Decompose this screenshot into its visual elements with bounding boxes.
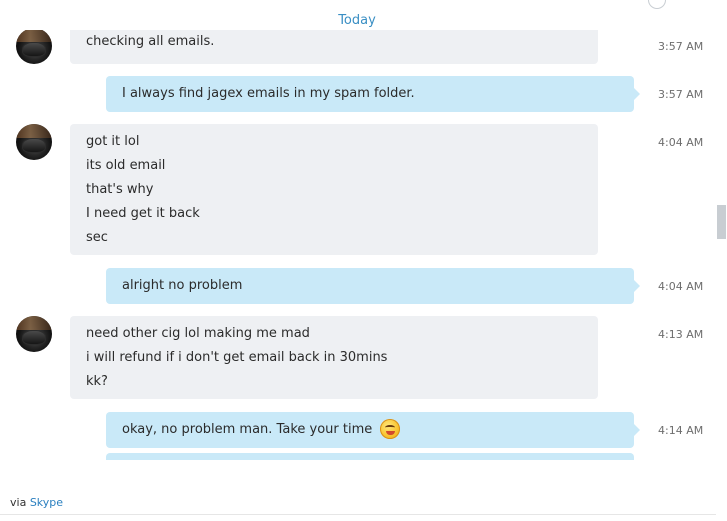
message-timestamp: 3:57 AM — [658, 40, 704, 53]
message-line: kk? — [86, 374, 108, 389]
message-timestamp: 4:04 AM — [658, 280, 704, 293]
avatar[interactable] — [16, 124, 52, 160]
message-timestamp: 4:13 AM — [658, 328, 704, 341]
message-text: okay, no problem man. Take your time — [122, 422, 373, 437]
outgoing-message[interactable]: okay, no problem man. Take your time — [106, 412, 640, 448]
smiling-emoji-icon — [380, 418, 401, 439]
message-timestamp: 3:57 AM — [658, 88, 704, 101]
divider — [0, 514, 716, 515]
skype-link[interactable]: Skype — [30, 496, 63, 509]
outgoing-message-partial[interactable] — [106, 453, 634, 460]
message-line: I need get it back — [86, 206, 200, 221]
message-line: sec — [86, 230, 108, 245]
message-text: I always find jagex emails in my spam fo… — [122, 86, 415, 101]
incoming-message[interactable]: got it lol its old email that's why I ne… — [70, 124, 598, 255]
conversation[interactable]: checking all emails. 3:57 AM I always fi… — [0, 30, 714, 460]
outgoing-message[interactable]: alright no problem — [106, 268, 640, 304]
outgoing-message[interactable]: I always find jagex emails in my spam fo… — [106, 76, 640, 112]
avatar[interactable] — [16, 316, 52, 352]
scrollbar-thumb[interactable] — [717, 205, 726, 239]
message-timestamp: 4:04 AM — [658, 136, 704, 149]
message-line: its old email — [86, 158, 166, 173]
footer: via Skype — [10, 496, 63, 509]
message-line: need other cig lol making me mad — [86, 326, 310, 341]
footer-via-label: via — [10, 496, 27, 509]
message-line: i will refund if i don't get email back … — [86, 350, 388, 365]
incoming-message[interactable]: need other cig lol making me mad i will … — [70, 316, 598, 399]
message-text: checking all emails. — [86, 34, 215, 49]
scrollbar[interactable] — [716, 0, 727, 521]
message-line: that's why — [86, 182, 154, 197]
day-separator: Today — [338, 13, 376, 28]
avatar[interactable] — [16, 30, 52, 64]
incoming-message[interactable]: checking all emails. — [70, 30, 598, 64]
circle-icon[interactable] — [648, 0, 666, 9]
message-timestamp: 4:14 AM — [658, 424, 704, 437]
message-line: got it lol — [86, 134, 140, 149]
message-text: alright no problem — [122, 278, 243, 293]
message-text-row: okay, no problem man. Take your time — [122, 418, 618, 442]
